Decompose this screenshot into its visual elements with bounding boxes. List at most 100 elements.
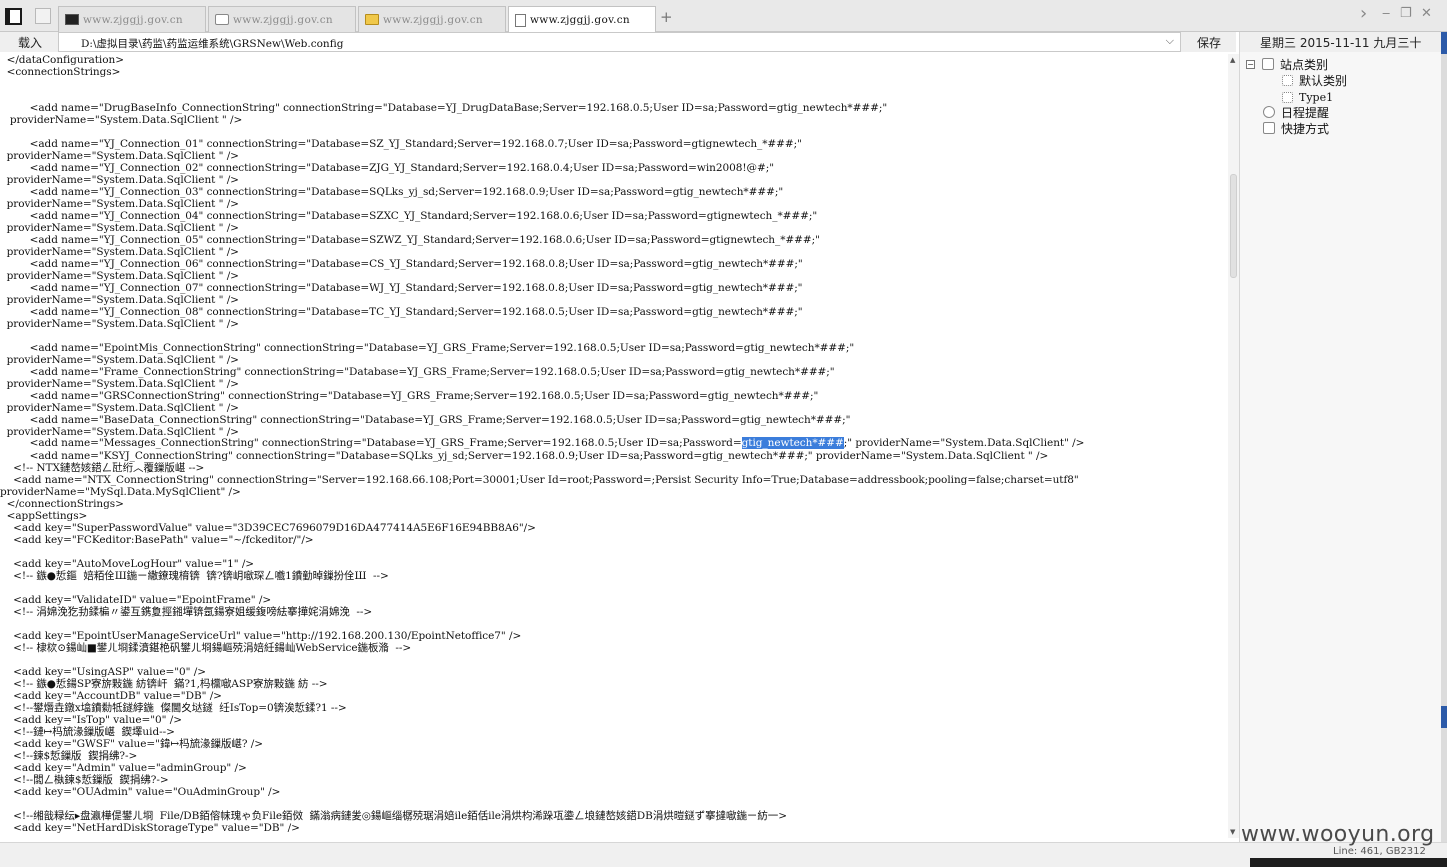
code-line[interactable]: <!-- 鏃●悊鍚SP寮旂敤鍦 紡锛屽 鏋?1,杩欓噷ASP寮旂敤鍦 紡 --> [0,678,1079,690]
vertical-scrollbar[interactable]: ▲ ▼ [1228,54,1239,838]
load-button[interactable]: 载入 [6,33,54,51]
code-line[interactable]: <add name="YJ_Connection_04" connectionS… [0,210,1079,222]
tree-node-schedule[interactable]: 日程提醒 [1263,104,1329,120]
code-line[interactable]: <add key="GWSF" value="鍏↦杩旈湪鏁版嵁? /> [0,738,1079,750]
code-line[interactable]: <add name="YJ_Connection_03" connectionS… [0,186,1079,198]
code-line[interactable]: </dataConfiguration> [0,54,1079,66]
code-line[interactable]: providerName="System.Data.SqlClient " /> [0,270,1079,282]
code-line[interactable]: <add name="DrugBaseInfo_ConnectionString… [0,102,1079,114]
code-line[interactable]: <!-- NTX鏈嶅姟鍣ㄥ瓧绗︿覆鏁版嵁 --> [0,462,1079,474]
code-line[interactable]: providerName="System.Data.SqlClient " /> [0,114,1079,126]
close-button[interactable]: ✕ [1421,6,1432,21]
code-line[interactable]: <add name="NTX_ConnectionString" connect… [0,474,1079,486]
tab-2[interactable]: www.zjggjj.gov.cn [208,6,356,32]
tab-3[interactable]: www.zjggjj.gov.cn [358,6,506,32]
code-line[interactable]: providerName="System.Data.SqlClient " /> [0,246,1079,258]
minimize-button[interactable]: ‒ [1382,6,1390,21]
code-line[interactable] [0,654,1079,666]
code-line[interactable]: <!-- 涓婂浼犵劧鍒楄〃鍙互鎸夐挳鎺墠锛氬鍚寮姐缓鍑嗙紶搴撶姹涓婂浼 --> [0,606,1079,618]
code-line[interactable]: providerName="System.Data.SqlClient " /> [0,318,1079,330]
taskbar-fragment [1250,858,1447,867]
code-line[interactable]: <add key="EpointUserManageServiceUrl" va… [0,630,1079,642]
file-path-value: D:\虚拟目录\药监\药监运维系统\GRSNew\Web.config [81,38,344,50]
code-line[interactable] [0,618,1079,630]
code-line[interactable] [0,90,1079,102]
code-line[interactable]: <!--鐢熸垚鐓х墖鐨勬牴鐩綍鍦 儏閫夊垯鐩 纴IsTop=0锛涘悊鍒?1 --… [0,702,1079,714]
code-line[interactable]: <add name="YJ_Connection_05" connectionS… [0,234,1079,246]
tab-4-active[interactable]: www.zjggjj.gov.cn [508,6,656,33]
code-line[interactable] [0,330,1079,342]
code-line[interactable]: providerName="System.Data.SqlClient " /> [0,402,1079,414]
code-line[interactable]: <add key="OUAdmin" value="OuAdminGroup" … [0,786,1079,798]
code-line[interactable]: <add key="AutoMoveLogHour" value="1" /> [0,558,1079,570]
code-line[interactable] [0,78,1079,90]
code-line[interactable]: </connectionStrings> [0,498,1079,510]
code-line[interactable]: <add name="YJ_Connection_02" connectionS… [0,162,1079,174]
code-line[interactable]: <add key="ValidateID" value="EpointFrame… [0,594,1079,606]
code-line[interactable]: <add name="BaseData_ConnectionString" co… [0,414,1079,426]
tab-label: www.zjggjj.gov.cn [233,13,333,26]
code-line[interactable]: <!-- 棣栨⊙鍚屾■鐢ㄦ埛鍒濆鍖栬矾鐢ㄦ埛鍚嶇殑涓婄紝鍚屾WebService… [0,642,1079,654]
code-line[interactable]: <add name="KSYJ_ConnectionString" connec… [0,450,1079,462]
code-line[interactable]: providerName="System.Data.SqlClient " /> [0,378,1079,390]
code-line[interactable]: <!-- 鏃●悊鏂 婄粨佺Ш鍦ㄧ繖鐐瑰棛锛 锛?锛岄噷琛ㄥ嚱1鐨勭晫鏁扮佺Ш -… [0,570,1079,582]
tab-bar: www.zjggjj.gov.cn www.zjggjj.gov.cn www.… [0,0,1447,33]
file-toolbar: 载入 D:\虚拟目录\药监\药监运维系统\GRSNew\Web.config ⌵… [0,32,1236,52]
pinned-tab-icon[interactable] [35,8,51,24]
code-line[interactable]: <appSettings> [0,510,1079,522]
code-line[interactable]: <!--鏈↦杩旈湪鏁版嵁 鍥墿uid--> [0,726,1079,738]
chevron-down-icon[interactable]: ⌵ [1166,34,1174,48]
code-line[interactable]: <add key="FCKeditor:BasePath" value="~/f… [0,534,1079,546]
scroll-thumb[interactable] [1230,174,1237,278]
tree-label: 快捷方式 [1281,121,1330,136]
code-line[interactable]: <add key="Admin" value="adminGroup" /> [0,762,1079,774]
restore-button[interactable]: ❐ [1400,6,1412,21]
code-editor[interactable]: </dataConfiguration> <connectionStrings>… [0,54,1228,838]
code-line[interactable]: providerName="System.Data.SqlClient " /> [0,354,1079,366]
forward-arrow-icon[interactable]: › [1360,3,1367,24]
tree-node-site-category[interactable]: − 站点类别 [1246,56,1328,72]
code-line[interactable]: <add name="Frame_ConnectionString" conne… [0,366,1079,378]
collapse-icon[interactable]: − [1246,59,1255,69]
scroll-up-icon[interactable]: ▲ [1230,56,1235,64]
code-line[interactable]: <add key="IsTop" value="0" /> [0,714,1079,726]
code-line[interactable]: providerName="System.Data.SqlClient " /> [0,174,1079,186]
code-line[interactable]: <add key="UsingASP" value="0" /> [0,666,1079,678]
code-line[interactable]: <!--鍊$悊鏁版 鍥捐绋?-> [0,750,1079,762]
code-line[interactable] [0,126,1079,138]
panel-toggle-icon[interactable] [5,8,22,25]
code-line[interactable]: <add key="SuperPasswordValue" value="3D3… [0,522,1079,534]
code-line[interactable]: providerName="System.Data.SqlClient " /> [0,294,1079,306]
code-line[interactable]: providerName="System.Data.SqlClient " /> [0,222,1079,234]
code-line[interactable]: <add name="YJ_Connection_08" connectionS… [0,306,1079,318]
new-tab-button[interactable]: + [660,8,673,26]
code-line[interactable]: <add key="NetHardDiskStorageType" value=… [0,822,1079,834]
watermark: www.wooyun.org [1241,822,1435,847]
code-line-messages[interactable]: <add name="Messages_ConnectionString" co… [0,437,1084,449]
code-line[interactable]: providerName="System.Data.SqlClient " /> [0,150,1079,162]
code-line[interactable]: <add name="YJ_Connection_07" connectionS… [0,282,1079,294]
code-line[interactable]: <add name="EpointMis_ConnectionString" c… [0,342,1079,354]
category-icon [1282,91,1293,103]
code-line[interactable]: <add name="YJ_Connection_01" connectionS… [0,138,1079,150]
code-line[interactable] [0,582,1079,594]
code-line[interactable]: <!--缃戠粶纭▸盘瀛樺偍鐢ㄦ埛 File/DB銆傛帓瑰ゃ负File銆傚 鏋滃病… [0,810,1079,822]
code-line[interactable]: <!--闆ㄥ槸鍊$悊鏁版 鍥捐绋?-> [0,774,1079,786]
tree-node-shortcut[interactable]: 快捷方式 [1263,120,1329,136]
file-path-field[interactable]: D:\虚拟目录\药监\药监运维系统\GRSNew\Web.config ⌵ [58,32,1181,52]
tree-node-default-category[interactable]: 默认类别 [1282,72,1347,88]
code-line[interactable]: <add name="YJ_Connection_06" connectionS… [0,258,1079,270]
code-line[interactable]: providerName="System.Data.SqlClient " /> [0,198,1079,210]
code-line[interactable]: <connectionStrings> [0,66,1079,78]
code-line[interactable]: <add key="AccountDB" value="DB" /> [0,690,1079,702]
code-line[interactable]: providerName="MySql.Data.MySqlClient" /> [0,486,1079,498]
date-display: 星期三 2015-11-11 九月三十 [1240,32,1442,52]
save-button[interactable]: 保存 [1184,33,1234,51]
code-line[interactable] [0,798,1079,810]
tab-label: www.zjggjj.gov.cn [83,13,183,26]
code-line[interactable] [0,546,1079,558]
tab-1[interactable]: www.zjggjj.gov.cn [58,6,206,32]
document-icon [515,13,526,27]
scroll-down-icon[interactable]: ▼ [1230,828,1235,836]
code-line[interactable]: <add name="GRSConnectionString" connecti… [0,390,1079,402]
